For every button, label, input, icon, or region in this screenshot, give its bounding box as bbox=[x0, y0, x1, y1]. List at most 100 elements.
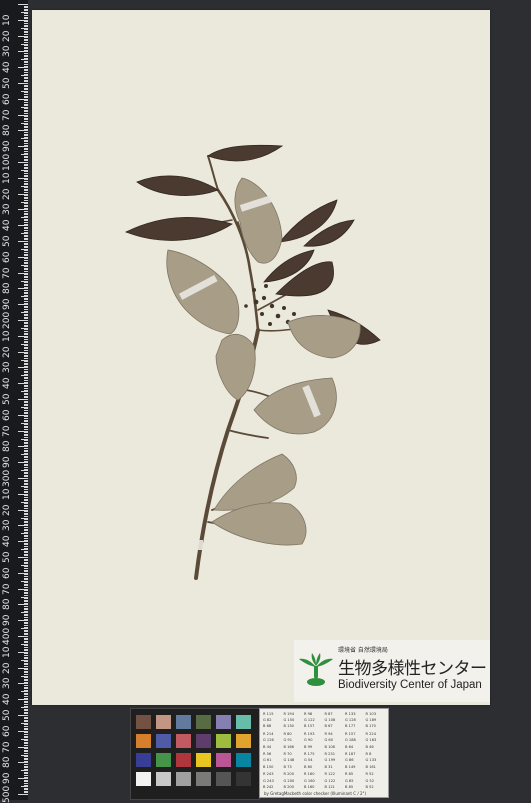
ruler-scale-number: 60 bbox=[2, 567, 12, 579]
color-patch bbox=[236, 715, 251, 729]
color-value-cell: B 108 bbox=[324, 744, 335, 749]
color-patch bbox=[216, 734, 231, 748]
ruler-scale-number: 20 bbox=[2, 346, 12, 358]
ruler-scale-number: 90 bbox=[2, 614, 12, 627]
ruler-scale-number: 300 bbox=[2, 469, 12, 487]
ruler-scale-number: 30 bbox=[2, 677, 12, 690]
color-value-cell: B 52 bbox=[365, 784, 374, 789]
color-value-cell: G 108 bbox=[324, 718, 336, 723]
color-value-cell: B 73 bbox=[283, 764, 292, 769]
color-value-cell: R 85 bbox=[345, 772, 354, 777]
color-value-cell: G 148 bbox=[283, 758, 295, 763]
color-value-cell: R 103 bbox=[365, 712, 377, 716]
ruler-scale-number: 60 bbox=[2, 251, 12, 263]
ruler-scale-number: 70 bbox=[2, 109, 12, 121]
color-value-cell: R 52 bbox=[365, 772, 374, 777]
ruler-scale-number: 30 bbox=[2, 45, 12, 58]
color-value-cell: R 194 bbox=[283, 712, 295, 716]
color-value-cell: B 161 bbox=[365, 764, 376, 769]
color-table-caption: by GretagMacbeth color checker (Illumina… bbox=[264, 791, 367, 796]
ruler-scale-number: 40 bbox=[2, 693, 12, 706]
color-value-cell: R 175 bbox=[304, 752, 315, 757]
color-value-cell: R 243 bbox=[263, 772, 274, 777]
color-value-cell: R 122 bbox=[324, 772, 336, 777]
ruler-tick bbox=[18, 794, 28, 795]
color-patch bbox=[156, 715, 171, 729]
color-value-cell: G 61 bbox=[263, 758, 272, 763]
ruler-scale-number: 60 bbox=[2, 725, 12, 737]
measuring-ruler: 10 20 30 40 50 60 70 80 90 100 10 20 30 40 50 60 70 80 90 2… bbox=[0, 0, 28, 803]
color-value-cell: B 242 bbox=[263, 784, 274, 789]
color-patch bbox=[176, 753, 191, 767]
color-value-cell: G 54 bbox=[304, 758, 313, 763]
ruler-scale-number: 100 bbox=[2, 153, 12, 171]
color-value-cell: R 70 bbox=[283, 752, 292, 757]
ruler-scale-number: 60 bbox=[2, 409, 12, 421]
ruler-scale-number: 80 bbox=[2, 282, 12, 295]
color-value-cell: G 122 bbox=[304, 718, 315, 723]
color-value-cell: G 86 bbox=[345, 758, 354, 763]
ruler-scale-number: 70 bbox=[2, 583, 12, 595]
color-value-cell: B 177 bbox=[345, 724, 356, 729]
center-name-japanese: 生物多様性センター bbox=[338, 659, 487, 679]
ruler-scale-number: 80 bbox=[2, 124, 12, 137]
color-patch bbox=[156, 772, 171, 786]
color-value-cell: B 200 bbox=[283, 784, 294, 789]
color-value-cell: B 85 bbox=[345, 784, 354, 789]
color-value-cell: G 133 bbox=[365, 758, 377, 763]
color-checker-chart bbox=[130, 708, 260, 800]
color-value-cell: B 44 bbox=[263, 744, 272, 749]
color-patch bbox=[216, 715, 231, 729]
color-value-cell: R 200 bbox=[283, 772, 295, 777]
ruler-scale-number: 10 bbox=[2, 330, 12, 342]
color-value-cell: G 189 bbox=[365, 718, 377, 723]
color-patch bbox=[196, 753, 211, 767]
color-value-cell: G 85 bbox=[345, 778, 354, 783]
color-value-cell: G 128 bbox=[345, 718, 356, 723]
color-value-cell: G 90 bbox=[304, 738, 313, 743]
ruler-scale-number: 70 bbox=[2, 741, 12, 753]
ruler-scale-number: 80 bbox=[2, 756, 12, 769]
ruler-scale-number: 50 bbox=[2, 77, 12, 89]
color-value-cell: B 160 bbox=[304, 784, 315, 789]
ruler-scale-number: 20 bbox=[2, 30, 12, 42]
color-value-cell: R 231 bbox=[324, 752, 336, 757]
ruler-scale-number: 50 bbox=[2, 709, 12, 721]
ruler-scale-number: 40 bbox=[2, 219, 12, 232]
color-value-cell: R 98 bbox=[304, 712, 313, 716]
color-value-cell: R 56 bbox=[263, 752, 272, 757]
color-value-cell: R 187 bbox=[345, 752, 356, 757]
color-value-cell: R 94 bbox=[324, 732, 333, 737]
color-value-cell: B 46 bbox=[365, 744, 374, 749]
color-value-cell: G 188 bbox=[345, 738, 356, 743]
ruler-scale-number: 30 bbox=[2, 203, 12, 216]
color-patch bbox=[216, 753, 231, 767]
ruler-scale-number: 90 bbox=[2, 298, 12, 311]
ruler-scale-number: 60 bbox=[2, 93, 12, 105]
ruler-scale-number: 70 bbox=[2, 425, 12, 437]
ruler-scale-number: 70 bbox=[2, 267, 12, 279]
color-value-cell: G 52 bbox=[365, 778, 375, 783]
ruler-scale-number: 90 bbox=[2, 140, 12, 153]
color-value-cell: G 200 bbox=[283, 778, 295, 783]
center-name-english: Biodiversity Center of Japan bbox=[338, 679, 482, 691]
color-value-cell: R 214 bbox=[263, 732, 274, 737]
color-value-cell: B 170 bbox=[365, 724, 376, 729]
color-value-cell: G 163 bbox=[365, 738, 377, 743]
color-value-cell: G 91 bbox=[283, 738, 293, 743]
ruler-scale-number: 30 bbox=[2, 361, 12, 374]
color-patch bbox=[136, 772, 151, 786]
color-value-cell: B 166 bbox=[283, 744, 294, 749]
color-patch bbox=[156, 734, 171, 748]
color-value-cell: B 121 bbox=[324, 784, 335, 789]
ruler-scale-number: 10 bbox=[2, 488, 12, 500]
ruler-scale-number: 50 bbox=[2, 235, 12, 247]
color-value-cell: R 157 bbox=[345, 732, 356, 737]
color-value-cell: R 224 bbox=[365, 732, 377, 737]
ruler-scale-number: 400 bbox=[2, 627, 12, 645]
ruler-scale-number: 80 bbox=[2, 440, 12, 453]
institution-logo: 環境省 自然環境局 生物多様性センター Biodiversity Center … bbox=[294, 640, 490, 702]
ruler-scale-number: 30 bbox=[2, 519, 12, 532]
color-value-cell: R 115 bbox=[263, 712, 274, 716]
color-value-cell: B 157 bbox=[304, 724, 315, 729]
